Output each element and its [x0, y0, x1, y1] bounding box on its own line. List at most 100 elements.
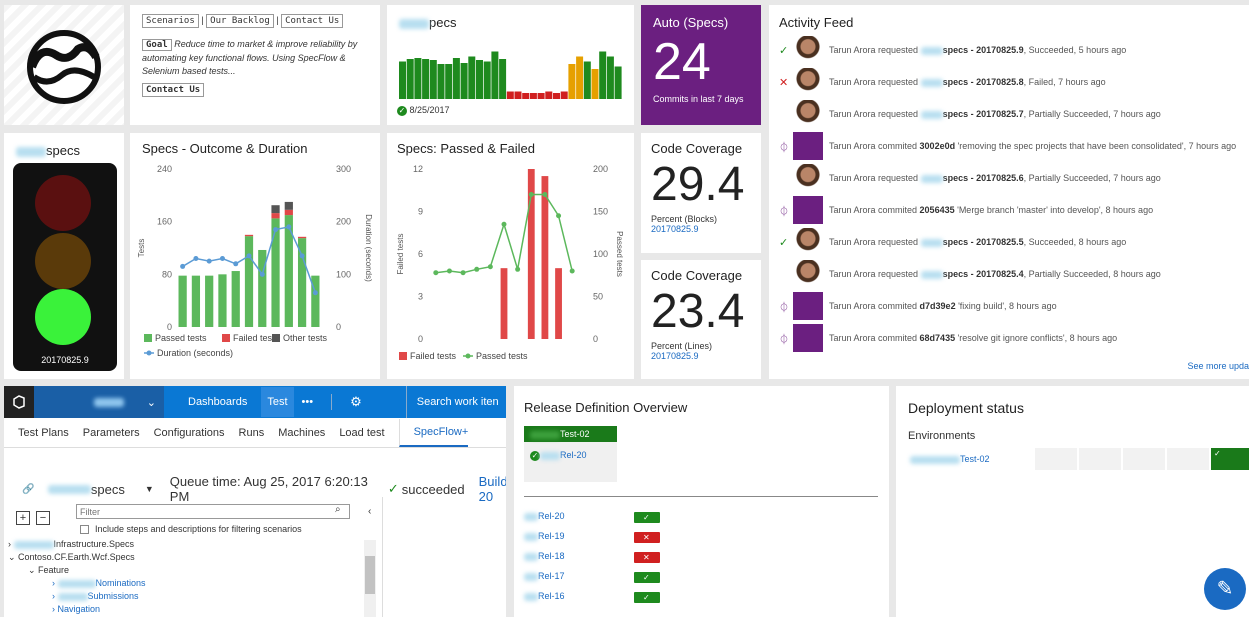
release-name[interactable]: Rel-18	[538, 551, 565, 561]
tab-machines[interactable]: Machines	[278, 420, 325, 446]
tree-scrollbar[interactable]	[364, 540, 376, 617]
release-link[interactable]: Rel-20	[560, 450, 587, 460]
tree-item[interactable]: › Nominations	[8, 577, 366, 590]
goal-block: Goal Reduce time to market & improve rel…	[142, 38, 368, 78]
release-row[interactable]: Rel-16	[524, 586, 724, 606]
build-bar	[422, 59, 430, 99]
release-row[interactable]: Rel-19	[524, 526, 724, 546]
release-env-card[interactable]: Test-02 ✓ Rel-20	[524, 426, 617, 482]
collapse-all-icon[interactable]: −	[36, 511, 50, 525]
feed-item[interactable]: ✕ Tarun Arora requested specs - 20170825.…	[779, 66, 1239, 98]
traffic-light: 20170825.9	[13, 163, 117, 371]
caret-down-icon[interactable]: ▼	[145, 484, 154, 494]
build-number-link[interactable]: Build 20	[479, 474, 506, 504]
tab-load-test[interactable]: Load test	[339, 420, 384, 446]
tab-specflow-[interactable]: SpecFlow+	[398, 418, 469, 447]
failed-bar	[271, 213, 280, 219]
coverage-widget-blocks[interactable]: Code Coverage 29.4 Percent (Blocks) 2017…	[641, 133, 761, 253]
tab-test-plans[interactable]: Test Plans	[18, 420, 69, 446]
deploy-success-cell[interactable]: ✓	[1211, 448, 1249, 470]
duration-point	[219, 256, 225, 262]
success-icon: ✓	[779, 236, 789, 249]
feed-item[interactable]: Tarun Arora requested specs - 20170825.7…	[779, 98, 1239, 130]
release-name[interactable]: Rel-20	[538, 511, 565, 521]
tab-parameters[interactable]: Parameters	[83, 420, 140, 446]
search-work-items[interactable]: Search work iten	[417, 396, 499, 408]
tree-item[interactable]: › Infrastructure.Specs	[8, 538, 366, 551]
legend-label: Other tests	[283, 333, 328, 343]
passed-failed-widget[interactable]: Specs: Passed & Failed 12 9 6 3 0 200 150 100 50…	[387, 133, 634, 379]
commit-sub: Commits in last 7 days	[653, 94, 744, 104]
gear-icon[interactable]: ⚙	[350, 394, 362, 410]
feed-item[interactable]: ⏀ Tarun Arora commited d7d39e2 'fixing bu…	[779, 290, 1239, 322]
commit-icon: ⏀	[779, 142, 789, 154]
deployment-status-widget[interactable]: Deployment status Environments Test-02 ✓…	[896, 386, 1249, 617]
backlog-link[interactable]: Our Backlog	[206, 14, 274, 28]
expand-all-icon[interactable]: +	[16, 511, 30, 525]
release-name[interactable]: Rel-17	[538, 571, 565, 581]
y-tick-label: 6	[418, 249, 423, 259]
y-tick-label: 0	[418, 334, 423, 344]
nav-dashboards[interactable]: Dashboards	[188, 396, 247, 408]
y2-axis-label: Duration (seconds)	[364, 214, 373, 282]
release-list: Rel-20 Rel-19 Rel-18 Rel-17 Rel-16	[524, 506, 724, 606]
coverage-widget-lines[interactable]: Code Coverage 23.4 Percent (Lines) 20170…	[641, 260, 761, 379]
see-more-link[interactable]: See more upda	[1187, 361, 1249, 371]
outcome-duration-widget[interactable]: Specs - Outcome & Duration 240 160 80 0 300 2…	[130, 133, 380, 379]
y-tick-label: 9	[418, 207, 423, 217]
build-bar	[537, 93, 545, 99]
feed-item[interactable]: Tarun Arora requested specs - 20170825.6…	[779, 162, 1239, 194]
release-row[interactable]: Rel-18	[524, 546, 724, 566]
tree-item[interactable]: › Submissions	[8, 590, 366, 603]
feed-item[interactable]: ⏀ Tarun Arora commited 2056435 'Merge bra…	[779, 194, 1239, 226]
feed-item[interactable]: ✓ Tarun Arora requested specs - 20170825.…	[779, 226, 1239, 258]
release-name[interactable]: Rel-16	[538, 591, 565, 601]
tab-runs[interactable]: Runs	[239, 420, 265, 446]
contact-link[interactable]: Contact Us	[142, 83, 205, 97]
build-bar	[560, 91, 568, 99]
release-overview-widget[interactable]: Release Definition Overview Test-02 ✓ Rel…	[514, 386, 889, 617]
scenarios-link[interactable]: Scenarios	[142, 14, 199, 28]
legend-label: Failed tests	[410, 351, 457, 361]
collapse-pane-icon[interactable]: ‹	[368, 506, 371, 517]
edit-pencil-icon[interactable]: ✎	[1204, 568, 1246, 610]
release-row[interactable]: Rel-20	[524, 506, 724, 526]
passed-point	[515, 266, 521, 272]
include-steps-checkbox[interactable]	[80, 524, 89, 534]
release-row[interactable]: Rel-17	[524, 566, 724, 586]
coverage-build-link[interactable]: 20170825.9	[651, 351, 751, 361]
project-picker[interactable]: ⌄	[34, 386, 164, 418]
vsts-logo-icon[interactable]	[4, 386, 34, 418]
feed-item[interactable]: ⏀ Tarun Arora commited 68d7435 'resolve g…	[779, 322, 1239, 354]
auto-title: Auto (Specs)	[653, 15, 729, 30]
nav-test[interactable]: Test	[261, 387, 294, 417]
coverage-build-link[interactable]: 20170825.9	[651, 224, 751, 234]
feed-item[interactable]: ⏀ Tarun Arora commited 3002e0d 'removing …	[779, 130, 1239, 162]
filter-input[interactable]	[76, 504, 350, 519]
feed-item[interactable]: Tarun Arora requested specs - 20170825.4…	[779, 258, 1239, 290]
logo-widget[interactable]	[4, 5, 124, 125]
tree-item[interactable]: ⌄ Feature	[8, 564, 366, 577]
tree-item[interactable]: › Navigation	[8, 603, 366, 616]
build-def-name[interactable]: specs	[91, 482, 125, 497]
passed-bar	[178, 275, 187, 327]
search-icon[interactable]: ⌕	[335, 504, 341, 515]
duration-point	[206, 258, 212, 264]
contact-link-top[interactable]: Contact Us	[281, 14, 344, 28]
traffic-light-widget[interactable]: specs 20170825.9	[4, 133, 124, 379]
auto-specs-widget[interactable]: Auto (Specs) 24 Commits in last 7 days	[641, 5, 761, 125]
passed-bar	[271, 218, 280, 327]
release-name[interactable]: Rel-19	[538, 531, 565, 541]
passed-point	[542, 192, 548, 197]
nav-more[interactable]: •••	[302, 396, 314, 408]
coverage-title: Code Coverage	[651, 268, 743, 283]
tree-item[interactable]: ⌄ Contoso.CF.Earth.Wcf.Specs	[8, 551, 366, 564]
y-axis-label: Failed tests	[396, 234, 405, 275]
passed-point	[474, 266, 480, 272]
failed-bar	[297, 236, 307, 239]
deploy-env-link[interactable]: Test-02	[960, 454, 990, 464]
build-title: pecs	[399, 15, 622, 30]
feed-item[interactable]: ✓ Tarun Arora requested specs - 20170825.…	[779, 34, 1239, 66]
build-history-widget[interactable]: pecs ✓ 8/25/2017	[387, 5, 634, 125]
tab-configurations[interactable]: Configurations	[154, 420, 225, 446]
